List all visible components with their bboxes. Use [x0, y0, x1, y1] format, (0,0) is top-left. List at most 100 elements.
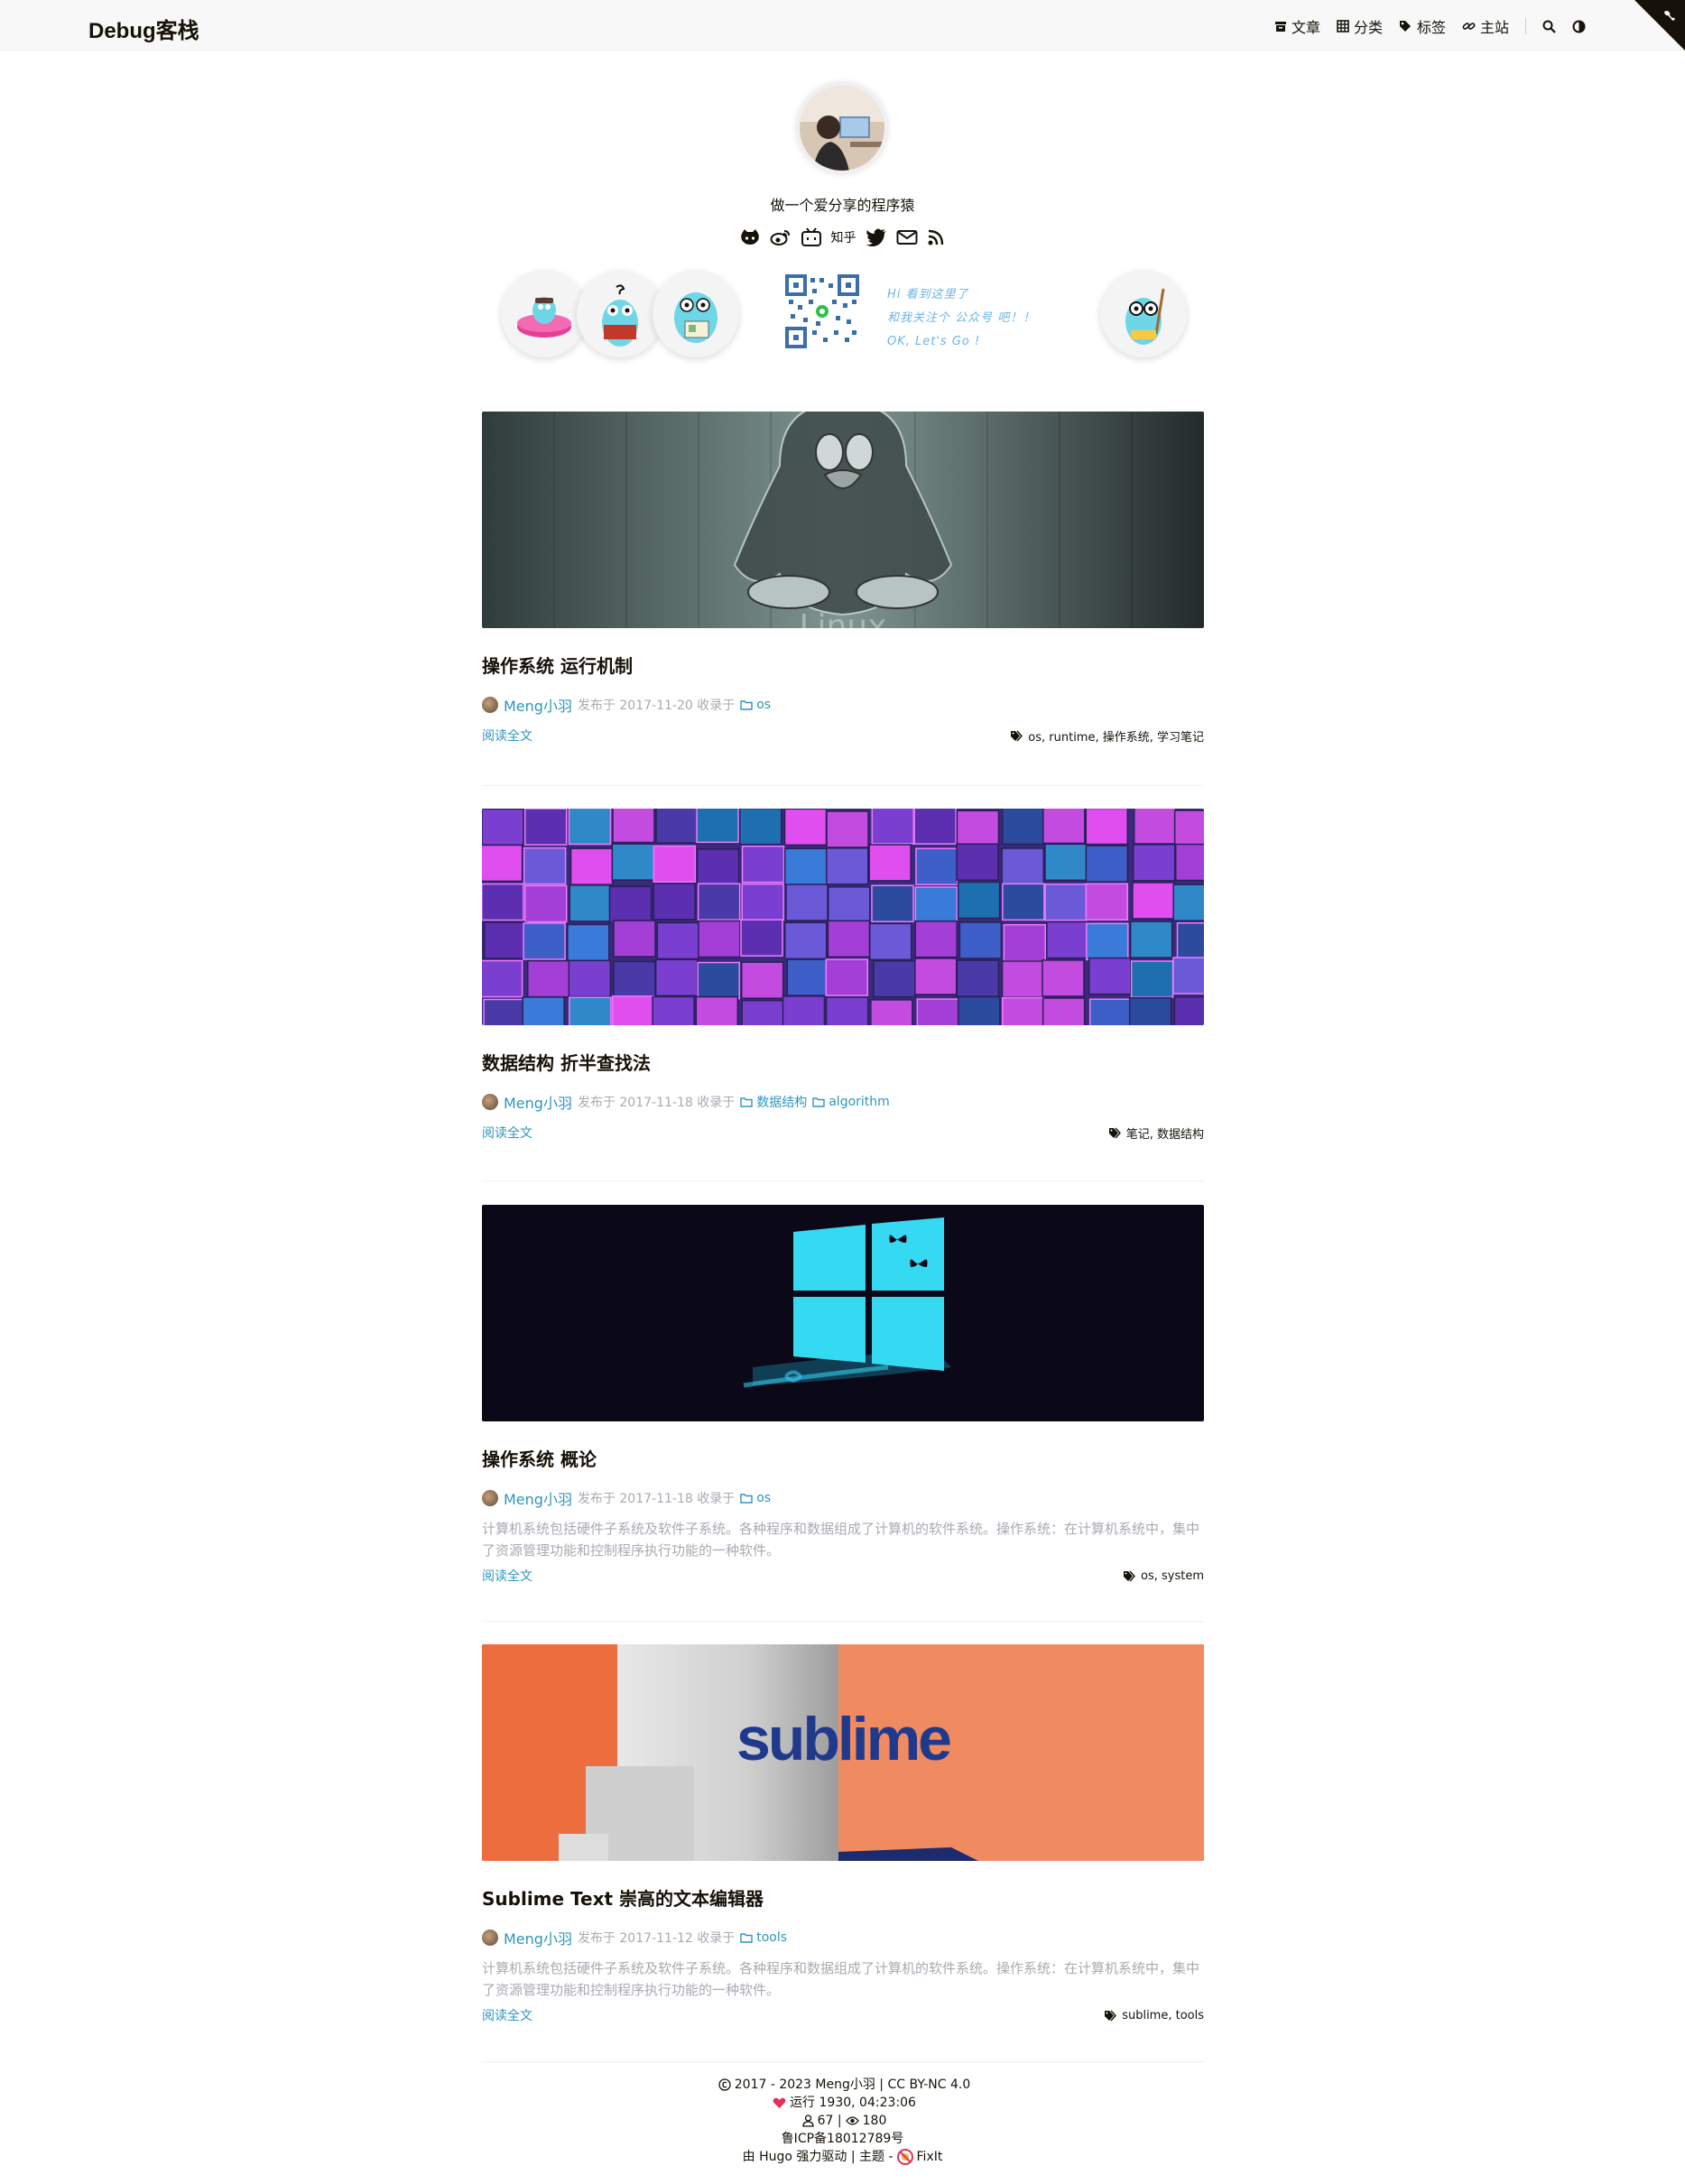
post-title[interactable]: Sublime Text 崇高的文本编辑器	[482, 1884, 1204, 1911]
read-more-link[interactable]: 阅读全文	[482, 2006, 532, 2024]
footer-runtime: 运行 1930, 04:23:06	[0, 2094, 1685, 2112]
rss-link[interactable]	[927, 228, 947, 246]
category-link[interactable]: 数据结构	[740, 1093, 807, 1111]
read-more-link[interactable]: 阅读全文	[482, 726, 532, 745]
site-header: Debug客栈 文章 分类 标签 主站	[0, 0, 1685, 51]
category-label: 数据结构	[756, 1096, 808, 1110]
gopher-banner: Hi 看到这里了 和我关注个 公众号 吧！！ OK, Let's Go !	[501, 267, 1187, 361]
twitter-link[interactable]	[865, 228, 887, 246]
post-featured-image[interactable]: sublime	[482, 1644, 1204, 1861]
post-tags: os, runtime, 操作系统, 学习笔记	[1010, 727, 1204, 745]
post-title[interactable]: 操作系统 运行机制	[482, 652, 1204, 678]
eye-icon	[845, 2116, 859, 2125]
post-summary: 计算机系统包括硬件子系统及软件子系统。各种程序和数据组成了计算机的软件系统。操作…	[482, 1521, 1200, 1559]
publish-info: 发布于 2017-11-18 收录于	[577, 1492, 736, 1506]
nav-item-tags[interactable]: 标签	[1399, 15, 1446, 37]
post-meta: Meng小羽 发布于 2017-11-18 收录于 os	[482, 1487, 1204, 1509]
theme-link[interactable]: FixIt	[917, 2148, 943, 2166]
author-link[interactable]: Meng小羽	[504, 1927, 572, 1948]
site-footer: 2017 - 2023 Meng小羽 | CC BY-NC 4.0 运行 193…	[0, 2076, 1685, 2166]
nav-label: 标签	[1416, 19, 1446, 36]
adjust-icon	[1572, 20, 1586, 32]
category-label: os	[756, 698, 772, 712]
tags-list[interactable]: os, system	[1141, 1569, 1204, 1583]
author-avatar	[482, 1930, 498, 1946]
user-icon	[801, 2115, 814, 2127]
post-tags: os, system	[1123, 1569, 1204, 1583]
post-meta: Meng小羽 发布于 2017-11-20 收录于 os	[482, 694, 1204, 716]
site-logo[interactable]: Debug客栈	[88, 13, 199, 44]
author-avatar	[482, 697, 498, 713]
tags-icon	[1108, 1127, 1121, 1138]
site-subtitle: 做一个爱分享的程序猿	[770, 197, 915, 214]
publish-info: 发布于 2017-11-18 收录于	[577, 1096, 736, 1110]
qr-code-image	[785, 274, 859, 348]
tags-icon	[1124, 1570, 1135, 1581]
runtime-text: 运行 1930, 04:23:06	[790, 2096, 916, 2110]
bilibili-icon	[801, 227, 821, 246]
post-summary: 计算机系统包括硬件子系统及软件子系统。各种程序和数据组成了计算机的软件系统。操作…	[482, 1960, 1200, 1998]
gopher-avatar-mask	[577, 271, 663, 357]
author-link[interactable]: Meng小羽	[504, 1091, 572, 1113]
post-card: 操作系统 概论 Meng小羽 发布于 2017-11-18 收录于 os 计算机…	[482, 1205, 1204, 1585]
publish-info: 发布于 2017-11-12 收录于	[577, 1931, 736, 1946]
fixit-logo-icon	[896, 2149, 913, 2165]
grid-icon	[1337, 20, 1349, 32]
category-label: os	[756, 1491, 772, 1505]
tags-list[interactable]: os, runtime, 操作系统, 学习笔记	[1028, 727, 1204, 745]
category-link[interactable]: os	[740, 698, 771, 712]
category-link[interactable]: algorithm	[812, 1095, 890, 1109]
post-card: 数据结构 折半查找法 Meng小羽 发布于 2017-11-18 收录于 数据结…	[482, 809, 1204, 1142]
bilibili-link[interactable]	[801, 227, 822, 247]
email-link[interactable]	[896, 228, 918, 246]
nav-item-categories[interactable]: 分类	[1337, 15, 1383, 37]
profile-avatar[interactable]	[797, 83, 887, 173]
post-card: Linux 操作系统 运行机制 Meng小羽 发布于 2017-11-20 收录…	[482, 412, 1204, 745]
nav-item-main-site[interactable]: 主站	[1462, 15, 1509, 37]
main-nav: 文章 分类 标签 主站	[1258, 15, 1586, 37]
folder-icon	[740, 1097, 753, 1107]
post-featured-image[interactable]	[482, 1205, 1204, 1421]
publish-info: 发布于 2017-11-20 收录于	[577, 699, 736, 713]
linux-image-text: Linux	[800, 608, 887, 628]
post-divider	[482, 785, 1204, 786]
tags-list[interactable]: sublime, tools	[1122, 2009, 1204, 2022]
nav-item-posts[interactable]: 文章	[1274, 15, 1320, 37]
category-label: algorithm	[829, 1095, 890, 1109]
powered-text[interactable]: 由 Hugo 强力驱动 | 主题 -	[743, 2148, 893, 2166]
github-link[interactable]	[739, 228, 761, 246]
read-more-link[interactable]: 阅读全文	[482, 1124, 532, 1142]
author-link[interactable]: Meng小羽	[504, 1487, 572, 1509]
search-button[interactable]	[1542, 20, 1556, 33]
sublime-image-text: sublime	[736, 1705, 950, 1773]
post-featured-image[interactable]: Linux	[482, 412, 1204, 628]
category-link[interactable]: os	[740, 1491, 771, 1505]
post-divider	[482, 2061, 1204, 2062]
author-avatar	[482, 1094, 498, 1110]
tags-icon	[1105, 2010, 1117, 2021]
post-title[interactable]: 操作系统 概论	[482, 1445, 1204, 1471]
weibo-link[interactable]	[770, 228, 792, 246]
post-title[interactable]: 数据结构 折半查找法	[482, 1049, 1204, 1075]
gopher-avatar-float	[501, 271, 588, 357]
tags-list[interactable]: 笔记, 数据结构	[1126, 1124, 1204, 1142]
author-link[interactable]: Meng小羽	[504, 694, 572, 716]
post-footer: 阅读全文 os, runtime, 操作系统, 学习笔记	[482, 726, 1204, 745]
rss-icon	[928, 229, 943, 245]
footer-icp: 鲁ICP备18012789号	[0, 2130, 1685, 2148]
category-link[interactable]: tools	[740, 1930, 787, 1945]
zhihu-link[interactable]: 知乎	[831, 228, 856, 246]
github-corner-icon[interactable]	[1634, 0, 1685, 51]
envelope-icon	[896, 230, 917, 245]
icp-link[interactable]: 鲁ICP备18012789号	[782, 2130, 904, 2148]
post-meta: Meng小羽 发布于 2017-11-18 收录于 数据结构 algorithm	[482, 1091, 1204, 1113]
copyright-text[interactable]: 2017 - 2023 Meng小羽 | CC BY-NC 4.0	[735, 2076, 970, 2094]
view-count: 180	[862, 2114, 887, 2128]
read-more-link[interactable]: 阅读全文	[482, 1567, 532, 1585]
weibo-icon	[770, 230, 790, 245]
theme-switch-button[interactable]	[1572, 20, 1586, 33]
nav-divider	[1525, 18, 1526, 34]
post-featured-image[interactable]	[482, 809, 1204, 1025]
author-avatar	[482, 1490, 498, 1506]
search-icon	[1542, 20, 1556, 33]
